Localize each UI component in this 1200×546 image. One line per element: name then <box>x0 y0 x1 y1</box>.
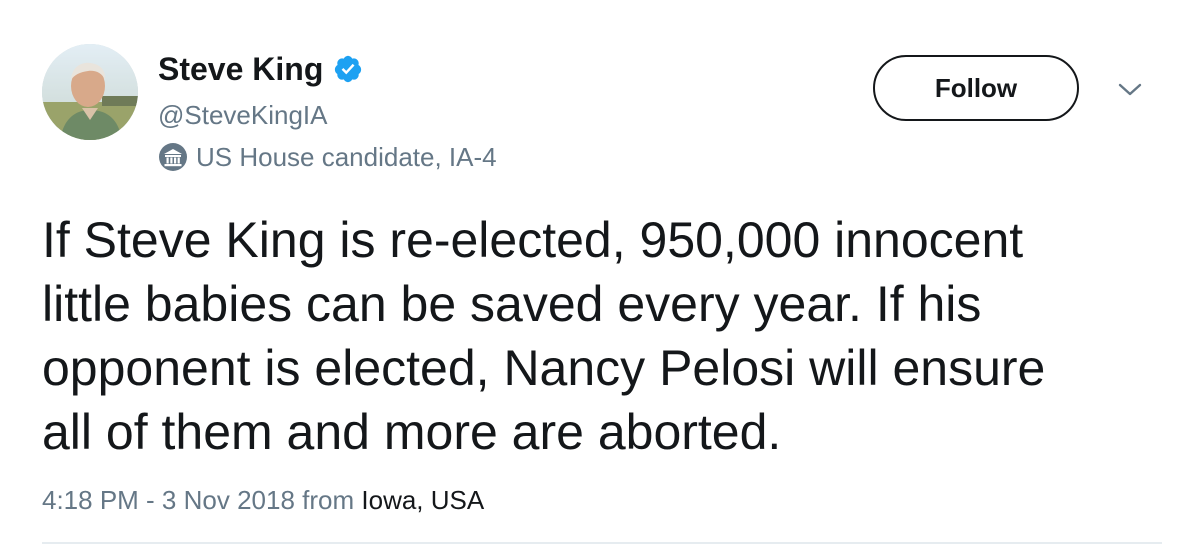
label-text: US House candidate, IA-4 <box>196 142 497 172</box>
chevron-down-icon <box>1117 82 1143 103</box>
from-text: from <box>302 485 355 515</box>
user-handle[interactable]: @SteveKingIA <box>158 100 327 130</box>
tweet-text: If Steve King is re-elected, 950,000 inn… <box>42 212 1046 460</box>
divider <box>42 542 1162 544</box>
candidate-label: US House candidate, IA-4 <box>158 142 497 172</box>
more-options-button[interactable] <box>1112 78 1148 106</box>
avatar[interactable] <box>42 44 138 140</box>
follow-button[interactable]: Follow <box>873 55 1079 121</box>
display-name[interactable]: Steve King <box>158 50 323 88</box>
tweet-card: Steve King @SteveKingIA US House candida… <box>0 0 1200 546</box>
verified-badge-icon <box>333 54 363 84</box>
timestamp[interactable]: 4:18 PM - 3 Nov 2018 <box>42 484 295 516</box>
author-name-row[interactable]: Steve King <box>158 50 363 88</box>
government-building-icon <box>158 142 188 172</box>
location-link[interactable]: Iowa, USA <box>361 484 484 516</box>
profile-photo <box>42 44 138 140</box>
tweet-meta: 4:18 PM - 3 Nov 2018 from Iowa, USA <box>42 484 484 516</box>
